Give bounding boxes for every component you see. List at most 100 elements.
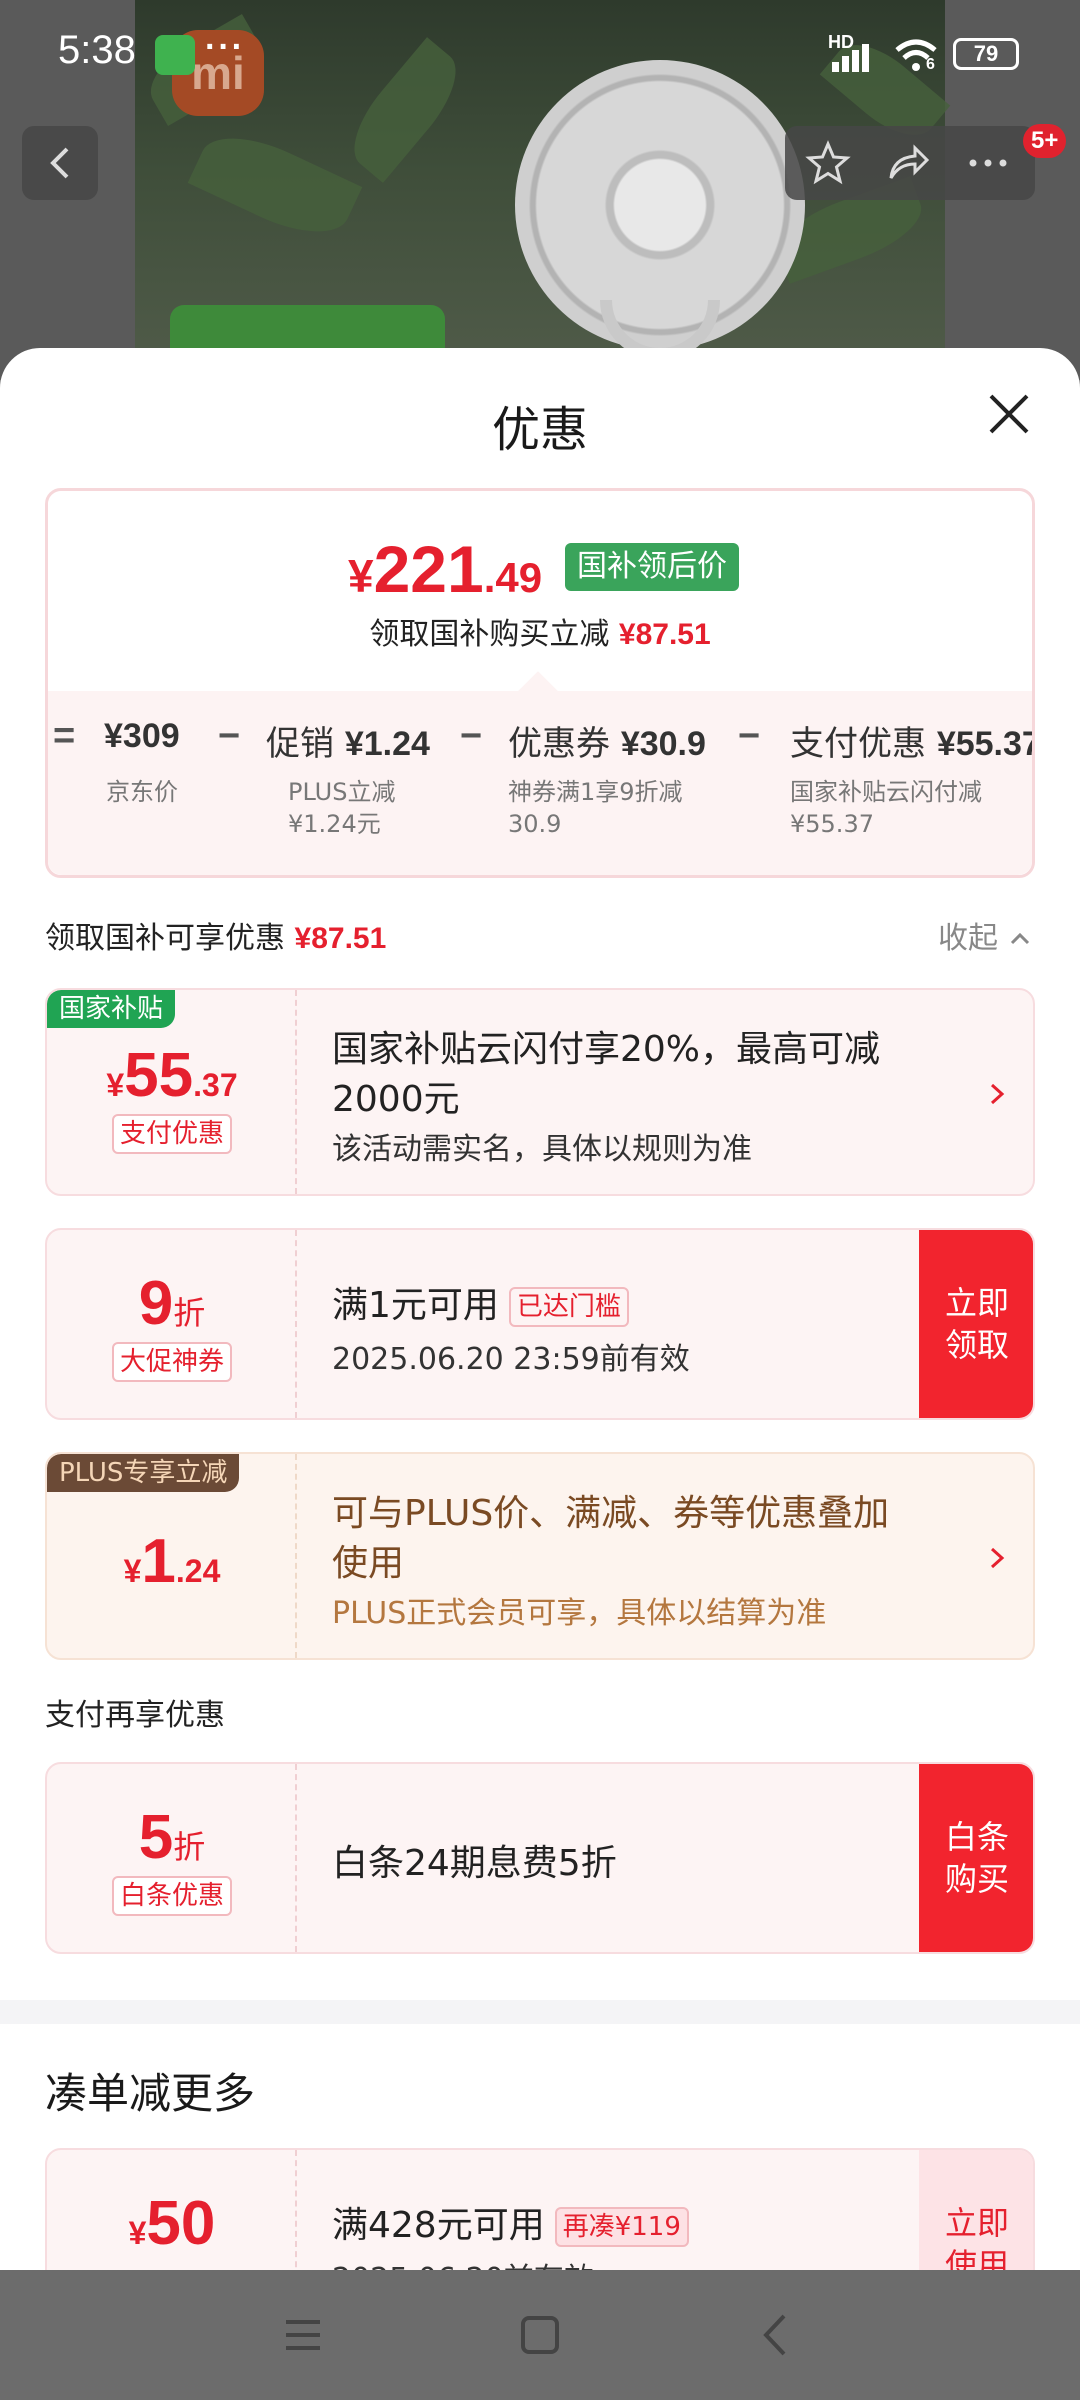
coupon-title: 白条24期息费5折 (332, 1843, 617, 1884)
chevron-right-icon (990, 1547, 1005, 1569)
coupon-title: 满428元可用 (332, 2205, 545, 2246)
calc-amount: ¥30.9 (620, 725, 706, 763)
coupon-title: 国家补贴云闪付享20%，最高可减 (332, 1029, 881, 1070)
calc-sub: ¥55.37 (790, 810, 874, 838)
coupon-tag: 支付优惠 (47, 1114, 297, 1154)
coupon-unit: 折 (173, 1294, 206, 1332)
coupon-amount: 9折 (47, 1268, 297, 1339)
use-coupon-label: 立即使用 (944, 2204, 1009, 2270)
coupon-subtitle: 该活动需实名，具体以规则为准 (332, 1132, 752, 1167)
coupon-tag-text: 大促神券 (111, 1342, 232, 1382)
save-line: 领取国补购买立减 ¥87.51 (48, 609, 1032, 653)
collapse-button[interactable]: 收起 (938, 913, 1032, 957)
save-amount: ¥87.51 (618, 618, 711, 651)
collapse-label: 收起 (938, 921, 998, 956)
baitiao-buy-label: 白条购买 (944, 1818, 1009, 1898)
save-text: 领取国补购买立减 (369, 617, 610, 652)
coupon-validity: 2025.06.20前有效 (332, 2254, 594, 2270)
final-price-integer: 221 (373, 532, 484, 606)
wifi-badge: 6 (926, 56, 935, 73)
coupon-plus[interactable]: PLUS专享立减 ¥1.24 可与PLUS价、满减、券等优惠叠加 使用 PLUS… (45, 1452, 1035, 1660)
home-icon[interactable] (515, 2310, 565, 2360)
calc-item-coupon: 优惠券 ¥30.9 (508, 716, 706, 765)
calc-sub: PLUS立减 (288, 778, 396, 806)
subsidy-section-header: 领取国补可享优惠 ¥87.51 (45, 913, 386, 957)
minus-sign: − (460, 715, 483, 757)
coupon-corner-tag: PLUS专享立减 (47, 1454, 240, 1492)
battery-icon: 79 (953, 38, 1019, 70)
coupon-title-row: 满428元可用 再凑¥119 (332, 2196, 689, 2248)
price-calc-row: = ¥309 京东价 − 促销 ¥1.24 PLUS立减 ¥1.24元 − 优惠… (48, 691, 1032, 875)
section-amount: ¥87.51 (294, 922, 387, 955)
screen: mi 5:38 ··· HD 6 79 5+ 优惠 ¥221.49 国补领后价 … (0, 0, 1080, 2400)
system-navigation-bar (0, 2270, 1080, 2400)
more-dots-icon (969, 159, 1007, 167)
discount-sheet: 优惠 ¥221.49 国补领后价 领取国补购买立减 ¥87.51 = ¥309 … (0, 348, 1080, 2270)
final-price-decimal: .49 (483, 554, 543, 601)
coupon-title-row: 满1元可用 已达门槛 (332, 1276, 629, 1328)
share-icon (889, 144, 930, 179)
chevron-right-icon (990, 1083, 1005, 1105)
back-nav-icon[interactable] (752, 2310, 802, 2360)
coupon-big: 5 (138, 1803, 174, 1872)
back-button[interactable] (22, 126, 98, 200)
baitiao-buy-button[interactable]: 白条购买 (919, 1764, 1033, 1952)
coupon-discount-9: 9折 大促神券 满1元可用 已达门槛 2025.06.20 23:59前有效 立即… (45, 1228, 1035, 1420)
threshold-tag: 已达门槛 (508, 1287, 629, 1327)
coupon-title: 2000元 (332, 1079, 460, 1120)
calc-label: 优惠券 (508, 724, 610, 764)
menu-icon[interactable] (278, 2310, 328, 2360)
calc-item-promo: 促销 ¥1.24 (266, 716, 430, 765)
close-icon[interactable] (985, 390, 1033, 438)
calc-amount: ¥309 (104, 717, 180, 755)
coupon-amount: ¥1.24 (47, 1526, 297, 1597)
price-card-top: ¥221.49 国补领后价 领取国补购买立减 ¥87.51 (48, 491, 1032, 691)
signal-icon (832, 44, 869, 72)
currency-symbol: ¥ (348, 550, 374, 602)
calc-sub: 京东价 (106, 778, 178, 806)
calc-sub: 国家补贴云闪付减 (790, 778, 982, 806)
coupon-symbol: ¥ (123, 1553, 142, 1589)
coupon-validity: 2025.06.20 23:59前有效 (332, 1342, 690, 1377)
coupon-subtitle: PLUS正式会员可享，具体以结算为准 (332, 1596, 827, 1631)
star-icon (805, 140, 851, 185)
calc-label: 促销 (266, 724, 334, 764)
more-notifications-icon: ··· (205, 28, 245, 66)
coupon-title: 满1元可用 (332, 1285, 499, 1326)
coupon-title: 可与PLUS价、满减、券等优惠叠加 (332, 1493, 890, 1534)
coupon-decimal: .24 (175, 1553, 221, 1589)
sheet-title: 优惠 (491, 402, 588, 458)
coupon-tag: 大促神券 (47, 1342, 297, 1382)
coupon-tag-text: 白条优惠 (111, 1876, 232, 1916)
coupon-corner-tag: 国家补贴 (47, 990, 176, 1028)
wechat-icon (155, 35, 195, 75)
coupon-amount: ¥50 (47, 2188, 297, 2259)
coupon-tag: 白条优惠 (47, 1876, 297, 1916)
coupon-spend-more: ¥50 满428元可用再凑¥119 2025.06.20前有效 立即使用 (45, 2148, 1035, 2270)
coupon-tag-text: 支付优惠 (111, 1114, 232, 1154)
coupon-national-subsidy[interactable]: 国家补贴 ¥55.37 支付优惠 国家补贴云闪付享20%，最高可减 2000元 … (45, 988, 1035, 1196)
coupon-title: 使用 (332, 1543, 405, 1584)
top-up-tag: 再凑¥119 (554, 2207, 689, 2247)
product-actions (785, 126, 1035, 200)
status-time: 5:38 (58, 28, 136, 72)
minus-sign: − (218, 715, 241, 757)
favorite-button[interactable] (805, 140, 851, 186)
claim-coupon-button[interactable]: 立即领取 (919, 1230, 1033, 1418)
payment-section-label: 支付再享优惠 (45, 1698, 225, 1733)
share-button[interactable] (885, 140, 931, 186)
coupon-symbol: ¥ (106, 1067, 125, 1103)
calc-sub: 神券满1享9折减 (508, 778, 683, 806)
calc-amount: ¥55.37 (936, 725, 1032, 763)
coupon-unit: 折 (173, 1828, 206, 1866)
final-price: ¥221.49 (348, 531, 542, 607)
coupon-amount: ¥55.37 (47, 1040, 297, 1111)
calc-label: 支付优惠 (790, 724, 926, 764)
use-coupon-button[interactable]: 立即使用 (919, 2150, 1033, 2270)
calc-amount: ¥1.24 (344, 725, 430, 763)
calc-item-payment: 支付优惠 ¥55.37 (790, 716, 1032, 765)
price-breakdown-card: ¥221.49 国补领后价 领取国补购买立减 ¥87.51 = ¥309 京东价… (45, 488, 1035, 878)
coupon-symbol: ¥ (128, 2215, 147, 2251)
more-button[interactable] (965, 140, 1011, 186)
calc-sub: ¥1.24元 (288, 810, 381, 838)
